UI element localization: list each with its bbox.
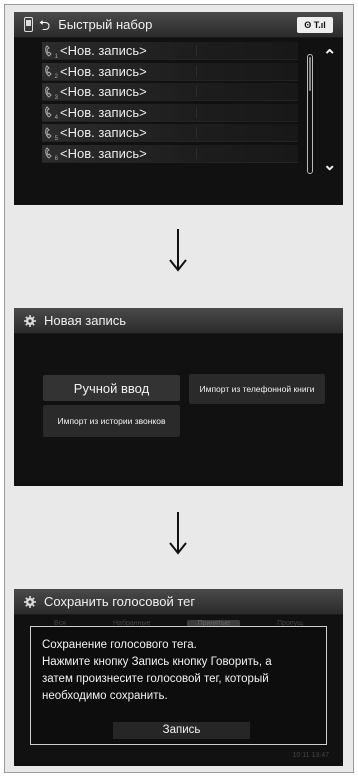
arrow-down-icon [169, 229, 187, 272]
phone-icon [24, 17, 33, 32]
chevron-up-icon[interactable]: ⌃︎ [323, 49, 336, 65]
voice-tag-dialog: Сохранение голосового тега. Нажмите кноп… [30, 626, 327, 745]
slot-number: 5 [54, 135, 58, 142]
arrow-down-icon [169, 512, 187, 555]
manual-entry-button[interactable]: Ручной ввод [43, 375, 180, 401]
background-row: 10:11 13:47 [44, 748, 329, 762]
list-item-label: <Нов. запись> [60, 145, 147, 161]
status-indicator: ʘ T.ıl [297, 17, 333, 33]
gear-icon [24, 595, 36, 608]
import-phonebook-button[interactable]: Импорт из телефонной книги [189, 374, 325, 404]
slot-number: 2 [54, 74, 58, 81]
list-item-label: <Нов. запись> [60, 63, 147, 79]
gear-icon [24, 314, 36, 327]
title-bar: ⮌ Быстрый набор ʘ T.ıl [14, 12, 343, 38]
handset-icon: 5 [44, 127, 58, 142]
handset-icon: 3 [44, 85, 58, 101]
dialog-line: необходимо сохранить. [42, 690, 168, 702]
divider [196, 106, 197, 118]
divider [196, 65, 197, 77]
list-item[interactable]: 2 <Нов. запись> [42, 62, 298, 81]
list-item[interactable]: 6 <Нов. запись> [42, 144, 298, 163]
scrollbar-thumb[interactable] [309, 57, 311, 91]
title-bar: Сохранить голосовой тег [14, 589, 343, 615]
list-item-label: <Нов. запись> [60, 104, 147, 120]
list-item[interactable]: 1 <Нов. запись> [42, 42, 298, 60]
scrollbar[interactable] [307, 54, 313, 174]
slot-number: 1 [54, 53, 58, 60]
list-item-label: <Нов. запись> [60, 125, 147, 141]
list-item-label: <Нов. запись> [60, 84, 147, 100]
dialog-line: Нажмите кнопку Запись кнопку Говорить, а [42, 656, 272, 668]
list-item-label: <Нов. запись> [60, 43, 147, 58]
slot-number: 6 [54, 156, 58, 163]
handset-icon: 6 [44, 147, 58, 163]
slot-number: 4 [54, 115, 58, 122]
divider [196, 45, 197, 56]
divider [196, 147, 197, 159]
dialog-line: Сохранение голосового тега. [42, 639, 197, 651]
title-bar: Новая запись [14, 308, 343, 334]
page-title: Быстрый набор [58, 17, 153, 32]
speed-dial-screen: ⮌ Быстрый набор ʘ T.ıl 1 <Нов. запись> 2 <Н… [14, 12, 343, 205]
background-time: 10:11 13:47 [292, 751, 329, 759]
back-icon[interactable]: ⮌ [39, 18, 50, 32]
page-title: Сохранить голосовой тег [44, 594, 196, 609]
handset-icon: 1 [44, 44, 58, 60]
import-history-button[interactable]: Импорт из истории звонков [43, 405, 180, 437]
divider [196, 86, 197, 98]
handset-icon: 2 [44, 65, 58, 81]
list-item[interactable]: 3 <Нов. запись> [42, 83, 298, 102]
handset-icon: 4 [44, 106, 58, 122]
page-title: Новая запись [44, 313, 127, 328]
record-button[interactable]: Запись [113, 722, 250, 739]
slot-number: 3 [54, 94, 58, 101]
divider [196, 127, 197, 139]
dialog-line: затем произнесите голосовой тег, который [42, 673, 269, 685]
new-entry-screen: Новая запись Ручной ввод Импорт из телеф… [14, 308, 343, 486]
chevron-down-icon[interactable]: ⌄︎ [323, 158, 336, 174]
save-voice-tag-screen: Сохранить голосовой тег Вся Набранные Пр… [14, 589, 343, 766]
list-item[interactable]: 5 <Нов. запись> [42, 124, 298, 143]
list-item[interactable]: 4 <Нов. запись> [42, 103, 298, 122]
speed-dial-list: 1 <Нов. запись> 2 <Нов. запись> 3 <Нов. запис… [42, 42, 298, 166]
